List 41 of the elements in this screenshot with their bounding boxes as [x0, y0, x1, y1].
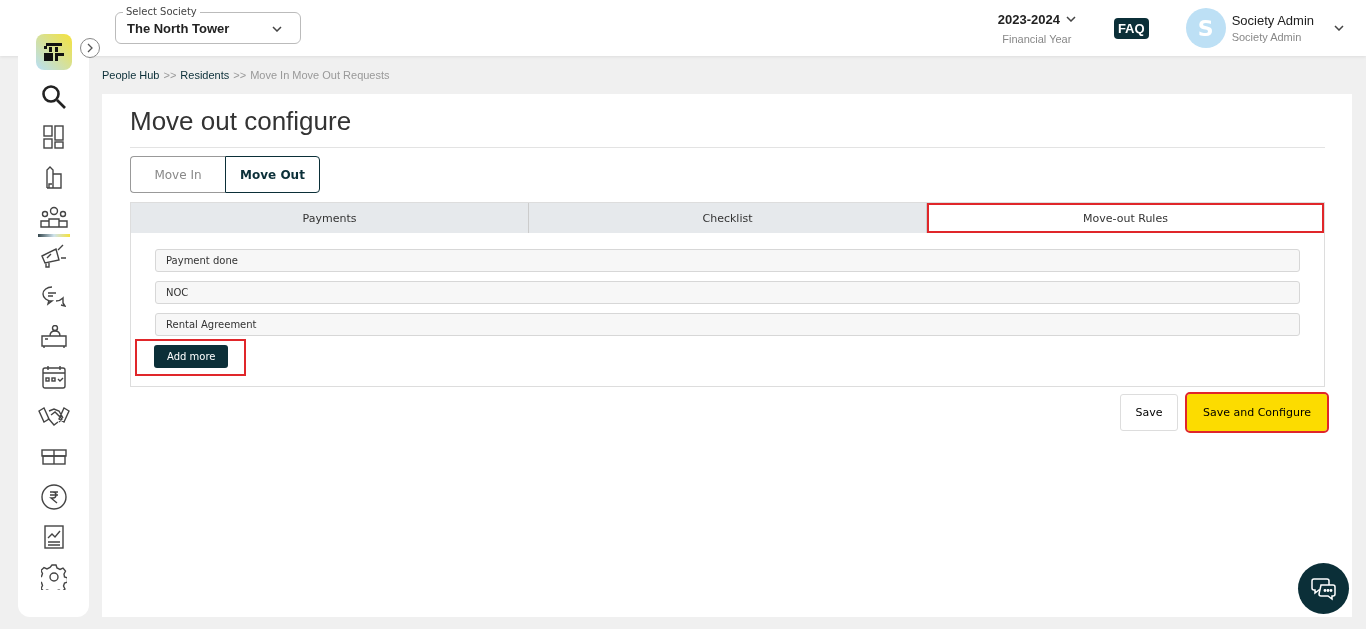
field-value: The North Tower: [127, 21, 231, 36]
expand-toggle[interactable]: [80, 38, 100, 58]
page-title: Move out configure: [130, 106, 1325, 148]
add-more-button[interactable]: Add more: [154, 345, 229, 368]
year-selector[interactable]: 2023-2024: [997, 11, 1060, 27]
calendar-icon: [41, 365, 66, 389]
faq-button[interactable]: FAQ: [1113, 17, 1149, 39]
rule-field[interactable]: Payment done: [155, 249, 1300, 272]
year-caption: Financial Year: [1002, 32, 1072, 45]
search-icon: [40, 84, 67, 110]
settings-icon: [40, 564, 67, 590]
rule-field[interactable]: NOC: [155, 281, 1300, 304]
people-icon: [39, 206, 68, 228]
mode-tab[interactable]: Move In: [130, 156, 225, 193]
chevron-right-icon: [87, 43, 93, 53]
app-logo[interactable]: [35, 34, 72, 70]
mode-tab[interactable]: Move Out: [225, 156, 320, 193]
breadcrumb-separator: >>: [163, 69, 177, 81]
megaphone-icon: [39, 244, 68, 270]
society-select[interactable]: Select Society The North Tower: [115, 6, 301, 44]
building-icon: [44, 165, 63, 189]
user-role: Society Admin: [1231, 31, 1303, 43]
desk-icon: [40, 325, 67, 349]
box-icon: [40, 449, 67, 465]
handshake-icon: [37, 406, 70, 428]
breadcrumb-separator: >>: [233, 69, 247, 81]
chevron-down-icon: [1334, 25, 1344, 31]
save-button[interactable]: Save: [1120, 394, 1178, 431]
avatar: S: [1185, 8, 1226, 48]
report-icon: [43, 525, 64, 549]
dashboard-icon: [42, 125, 65, 149]
chevron-down-icon: [272, 25, 282, 32]
section-tab[interactable]: Move-out Rules: [927, 203, 1324, 233]
rupee-icon: [40, 484, 67, 510]
chevron-down-icon: [1065, 16, 1076, 22]
field-label: Select Society: [125, 6, 198, 18]
rule-field[interactable]: Rental Agreement: [155, 313, 1300, 336]
breadcrumb-link[interactable]: People Hub: [102, 69, 160, 81]
save-configure-button[interactable]: Save and Configure: [1187, 394, 1327, 431]
user-name: Society Admin: [1231, 13, 1314, 28]
breadcrumb-link[interactable]: Residents: [180, 69, 230, 81]
